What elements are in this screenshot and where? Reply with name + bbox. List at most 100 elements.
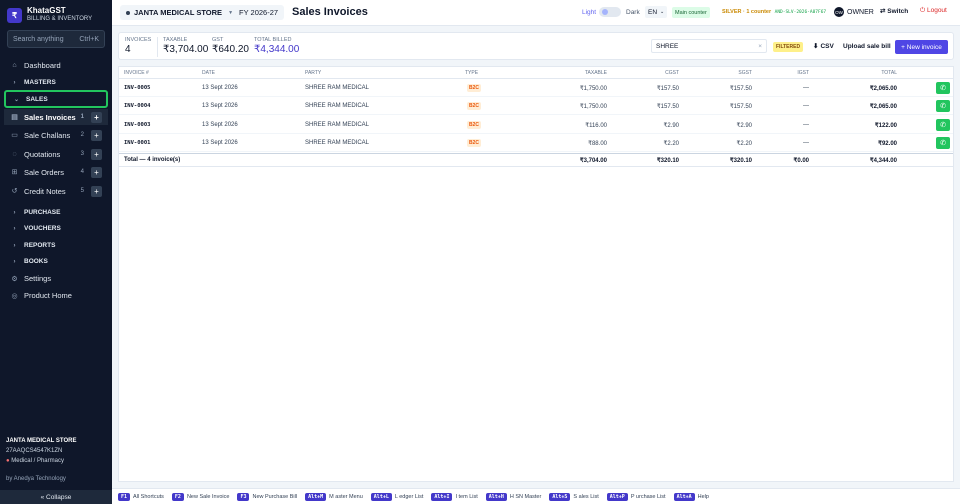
col-header[interactable]: DATE xyxy=(202,70,215,76)
counter-badge[interactable]: Main counter xyxy=(672,7,710,18)
globe-icon: ◎ xyxy=(11,292,18,300)
vendor-credit: by Anedya Technology xyxy=(6,476,66,482)
add-icon[interactable]: + xyxy=(91,111,102,123)
add-icon[interactable]: + xyxy=(91,166,102,178)
shortcut-item[interactable]: Alt+P P urchase List xyxy=(606,492,666,501)
collapse-button[interactable]: « Collapse xyxy=(0,490,112,504)
light-theme-label[interactable]: Light xyxy=(582,9,596,16)
switch-icon: ⇄ xyxy=(880,8,886,15)
col-header[interactable]: TOTAL xyxy=(881,70,897,76)
stat-label: INVOICES xyxy=(125,37,152,43)
power-icon: ⏻ xyxy=(920,7,926,14)
sidebar-section-masters[interactable]: › MASTERS xyxy=(4,75,108,90)
col-header[interactable]: CGST xyxy=(665,70,679,76)
sidebar-section-books[interactable]: › BOOKS xyxy=(4,254,108,269)
sidebar-item-sale-orders[interactable]: ⊞ Sale Orders 4 + xyxy=(4,164,108,180)
shortcut-item[interactable]: F2 New Sale Invoice xyxy=(171,492,229,501)
taxable-value: ₹1,750.00 xyxy=(579,86,607,92)
total-value: ₹2,065.00 xyxy=(869,86,897,92)
invoice-number[interactable]: INV-0003 xyxy=(124,122,151,128)
upload-sale-bill-button[interactable]: Upload sale bill xyxy=(839,39,895,53)
cgst-value: ₹157.50 xyxy=(656,86,679,92)
dark-theme-label[interactable]: Dark xyxy=(626,9,640,16)
brand-subtitle: BILLING & INVENTORY xyxy=(27,16,93,22)
new-invoice-button[interactable]: + New invoice xyxy=(895,40,948,54)
logout-button[interactable]: ⏻ Logout xyxy=(920,7,947,15)
whatsapp-share-icon[interactable]: ✆ xyxy=(936,100,950,112)
plan-label: SILVER · 1 counter xyxy=(722,9,772,15)
sidebar-item-label: Sales Invoices xyxy=(24,112,76,122)
csv-export-button[interactable]: ⬇ CSV xyxy=(809,39,838,53)
whatsapp-share-icon[interactable]: ✆ xyxy=(936,82,950,94)
col-header[interactable]: IGST xyxy=(797,70,809,76)
sidebar-section-purchase[interactable]: › PURCHASE xyxy=(4,205,108,220)
sidebar-section-label: BOOKS xyxy=(24,258,48,265)
brand[interactable]: ₹ KhataGST BILLING & INVENTORY xyxy=(7,6,92,24)
filtered-badge: FILTERED xyxy=(773,42,804,52)
invoice-number[interactable]: INV-0005 xyxy=(124,85,151,91)
total-igst: ₹0.00 xyxy=(793,158,810,164)
search-shortcut: Ctrl+K xyxy=(79,35,99,43)
theme-toggle[interactable] xyxy=(599,7,621,17)
igst-value: — xyxy=(803,85,809,91)
store-selector[interactable]: JANTA MEDICAL STORE ▼ xyxy=(120,5,240,20)
sidebar-item-sales-invoices[interactable]: ▤ Sales Invoices 1 + xyxy=(4,109,108,125)
shortcut-item[interactable]: Alt+L L edger List xyxy=(370,492,423,501)
invoice-search-input[interactable]: SHREE × xyxy=(651,39,767,53)
user-role[interactable]: OW OWNER xyxy=(834,7,874,17)
whatsapp-share-icon[interactable]: ✆ xyxy=(936,137,950,149)
shortcut-item[interactable]: F3 New Purchase Bill xyxy=(237,492,298,501)
col-header[interactable]: TAXABLE xyxy=(585,70,607,76)
shortcut-key: Alt+P xyxy=(606,492,628,501)
shortcut-item[interactable]: F1 All Shortcuts xyxy=(118,492,164,501)
add-icon[interactable]: + xyxy=(91,148,102,160)
table-row[interactable]: INV-0004 13 Sept 2026 SHREE RAM MEDICAL … xyxy=(119,97,953,115)
total-value: ₹92.00 xyxy=(878,141,897,147)
table-row[interactable]: INV-0001 13 Sept 2026 SHREE RAM MEDICAL … xyxy=(119,134,953,152)
shortcut-item[interactable]: Alt+S S ales List xyxy=(549,492,599,501)
col-header[interactable]: INVOICE # xyxy=(124,70,149,76)
cgst-value: ₹2.90 xyxy=(663,123,680,129)
shortcut-item[interactable]: Alt+H H SN Master xyxy=(485,492,541,501)
total-value: ₹2,065.00 xyxy=(869,104,897,110)
sgst-value: ₹2.90 xyxy=(736,123,753,129)
col-header[interactable]: SGST xyxy=(738,70,752,76)
shortcut-item[interactable]: Alt+A Help xyxy=(673,492,709,501)
fiscal-year-selector[interactable]: FY 2026-27 xyxy=(233,5,285,20)
invoice-number[interactable]: INV-0001 xyxy=(124,140,151,146)
sidebar-search-input[interactable]: Search anything Ctrl+K xyxy=(7,30,105,48)
add-icon[interactable]: + xyxy=(91,185,102,197)
col-header[interactable]: PARTY xyxy=(305,70,321,76)
whatsapp-share-icon[interactable]: ✆ xyxy=(936,119,950,131)
shortcut-key: F3 xyxy=(237,492,250,501)
sidebar-section-sales[interactable]: ⌄ SALES xyxy=(4,90,108,108)
clear-icon[interactable]: × xyxy=(758,43,762,50)
sidebar-item-credit-notes[interactable]: ↺ Credit Notes 5 + xyxy=(4,183,108,199)
shortcut-item[interactable]: Alt+M M aster Menu xyxy=(305,492,363,501)
sidebar-item-product-home[interactable]: ◎ Product Home xyxy=(4,288,108,303)
sidebar-item-dashboard[interactable]: ⌂ Dashboard xyxy=(4,58,108,73)
invoice-number[interactable]: INV-0004 xyxy=(124,103,151,109)
shortcut-label: I tem List xyxy=(455,493,478,500)
shortcut-item[interactable]: Alt+I I tem List xyxy=(431,492,478,501)
sidebar-section-vouchers[interactable]: › VOUCHERS xyxy=(4,221,108,236)
igst-value: — xyxy=(803,140,809,146)
table-row[interactable]: INV-0003 13 Sept 2026 SHREE RAM MEDICAL … xyxy=(119,116,953,134)
stat-value: ₹3,704.00 xyxy=(163,44,209,55)
add-icon[interactable]: + xyxy=(91,129,102,141)
shortcut-key: Alt+L xyxy=(370,492,392,501)
sidebar-section-reports[interactable]: › REPORTS xyxy=(4,238,108,253)
sidebar-item-quotations[interactable]: ◌ Quotations 3 + xyxy=(4,146,108,162)
table-row[interactable]: INV-0005 13 Sept 2026 SHREE RAM MEDICAL … xyxy=(119,79,953,97)
sidebar-item-label: Quotations xyxy=(24,149,61,159)
sidebar-item-sale-challans[interactable]: ▭ Sale Challans 2 + xyxy=(4,127,108,143)
col-header[interactable]: TYPE xyxy=(465,70,478,76)
taxable-value: ₹88.00 xyxy=(588,141,607,147)
language-selector[interactable]: EN ⌄ xyxy=(645,6,668,18)
switch-button[interactable]: ⇄ Switch xyxy=(880,7,908,15)
sidebar-item-label: Settings xyxy=(24,274,52,283)
item-count: 1 xyxy=(80,114,84,120)
sidebar-item-settings[interactable]: ⚙ Settings xyxy=(4,271,108,286)
pill-icon: ● xyxy=(6,458,10,464)
shortcut-label: New Purchase Bill xyxy=(252,493,298,500)
